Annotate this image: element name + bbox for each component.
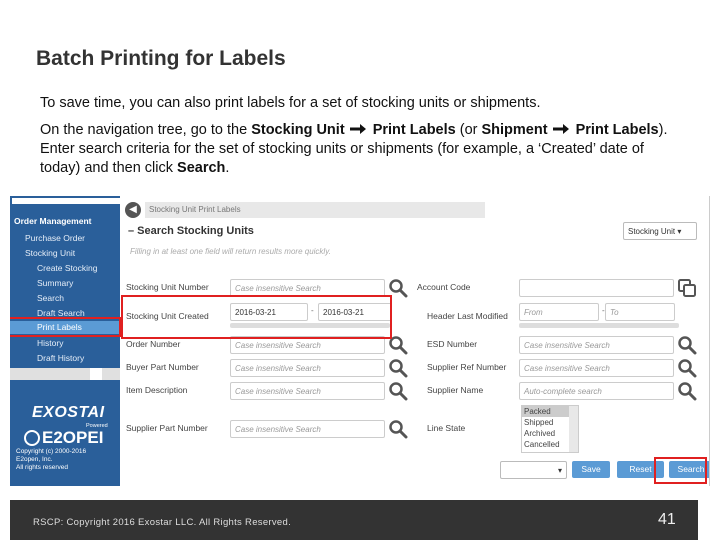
- section-title[interactable]: – Search Stocking Units: [128, 225, 254, 237]
- esd-number-label: ESD Number: [427, 339, 478, 349]
- supplier-ref-number-input[interactable]: Case insensitive Search: [519, 359, 674, 377]
- magnifier-icon[interactable]: [388, 381, 408, 401]
- slide-title: Batch Printing for Labels: [36, 47, 286, 70]
- sidebar-scrollbar-thumb[interactable]: [90, 368, 102, 380]
- back-arrow-icon[interactable]: ◀: [125, 202, 141, 218]
- sidebar-item-history[interactable]: History: [37, 338, 63, 348]
- supplier-ref-number-label: Supplier Ref Number: [427, 362, 507, 372]
- magnifier-icon[interactable]: [677, 335, 697, 355]
- stocking-unit-number-label: Stocking Unit Number: [126, 282, 209, 292]
- nav-print-labels: Print Labels: [368, 122, 456, 138]
- right-arrow-icon: [552, 123, 572, 135]
- e2open-logo-text: E2OPEI: [42, 428, 104, 447]
- e2open-logo-mark: [24, 430, 40, 446]
- sidebar: Order Management Purchase Order Stocking…: [10, 196, 120, 486]
- header-last-modified-label: Header Last Modified: [427, 311, 508, 321]
- e2open-logo: E2OPEI: [24, 428, 103, 448]
- search-keyword: Search: [177, 160, 226, 176]
- nav-print-labels: Print Labels: [571, 122, 659, 138]
- line-state-scrollbar[interactable]: [569, 406, 578, 452]
- instruction-text: .: [225, 160, 230, 176]
- account-code-label: Account Code: [417, 282, 471, 292]
- magnifier-icon[interactable]: [388, 419, 408, 439]
- item-description-input[interactable]: Case insensitive Search: [230, 382, 385, 400]
- sidebar-item-draft-history[interactable]: Draft History: [37, 353, 84, 363]
- sidebar-header: Order Management: [14, 216, 92, 226]
- esd-number-input[interactable]: Case insensitive Search: [519, 336, 674, 354]
- copyright-line: All rights reserved: [16, 464, 69, 471]
- object-type-select[interactable]: Stocking Unit ▾: [623, 222, 697, 240]
- sidebar-top-strip: [12, 198, 120, 204]
- magnifier-icon[interactable]: [388, 358, 408, 378]
- sidebar-item-stocking-unit[interactable]: Stocking Unit: [25, 248, 75, 258]
- instruction-text: (or: [455, 122, 482, 138]
- main-panel: ◀ Stocking Unit Print Labels – Search St…: [120, 196, 709, 486]
- copyright-line: Copyright (c) 2000-2016: [16, 448, 87, 455]
- modified-range-scrollbar[interactable]: [519, 323, 679, 328]
- save-button[interactable]: Save: [572, 461, 610, 478]
- app-screenshot: Order Management Purchase Order Stocking…: [10, 196, 710, 486]
- buyer-part-number-label: Buyer Part Number: [126, 362, 199, 372]
- instruction-text: On the navigation tree, go to the: [40, 122, 252, 138]
- line-state-label: Line State: [427, 423, 466, 433]
- supplier-part-number-label: Supplier Part Number: [126, 423, 208, 433]
- magnifier-icon[interactable]: [677, 358, 697, 378]
- account-code-input[interactable]: [519, 279, 674, 297]
- nav-shipment: Shipment: [481, 122, 548, 138]
- sidebar-scrollbar[interactable]: [10, 368, 120, 380]
- copyright-line: E2open, Inc.: [16, 456, 53, 463]
- nav-stocking-unit: Stocking Unit: [251, 122, 345, 138]
- copy-icon[interactable]: [677, 278, 697, 298]
- modified-to-input[interactable]: To: [605, 303, 675, 321]
- highlight-search-button: [654, 457, 707, 484]
- sidebar-item-create-stocking[interactable]: Create Stocking: [37, 263, 97, 273]
- modified-from-input[interactable]: From: [519, 303, 599, 321]
- supplier-name-label: Supplier Name: [427, 385, 484, 395]
- exostar-logo: EXOSTAI: [32, 404, 105, 421]
- magnifier-icon[interactable]: [677, 381, 697, 401]
- buyer-part-number-input[interactable]: Case insensitive Search: [230, 359, 385, 377]
- order-number-label: Order Number: [126, 339, 181, 349]
- supplier-name-input[interactable]: Auto-complete search: [519, 382, 674, 400]
- page-number: 41: [658, 511, 676, 528]
- tab-stocking-unit-print-labels[interactable]: Stocking Unit Print Labels: [149, 205, 241, 214]
- tab-bar: Stocking Unit Print Labels: [145, 202, 485, 218]
- sidebar-item-summary[interactable]: Summary: [37, 278, 73, 288]
- sidebar-item-purchase-order[interactable]: Purchase Order: [25, 233, 85, 243]
- highlight-created-date: [121, 295, 392, 339]
- sidebar-copyright: Copyright (c) 2000-2016 E2open, Inc. All…: [16, 448, 86, 472]
- footer-copyright: RSCP: Copyright 2016 Exostar LLC. All Ri…: [33, 517, 292, 528]
- right-arrow-icon: [349, 123, 369, 135]
- saved-search-select[interactable]: ▾: [500, 461, 567, 479]
- supplier-part-number-input[interactable]: Case insensitive Search: [230, 420, 385, 438]
- intro-paragraph: To save time, you can also print labels …: [40, 95, 541, 111]
- item-description-label: Item Description: [126, 385, 188, 395]
- search-hint: Filling in at least one field will retur…: [130, 247, 331, 256]
- sidebar-item-search[interactable]: Search: [37, 293, 64, 303]
- instruction-paragraph: On the navigation tree, go to the Stocki…: [40, 121, 670, 178]
- highlight-print-labels: [10, 317, 121, 337]
